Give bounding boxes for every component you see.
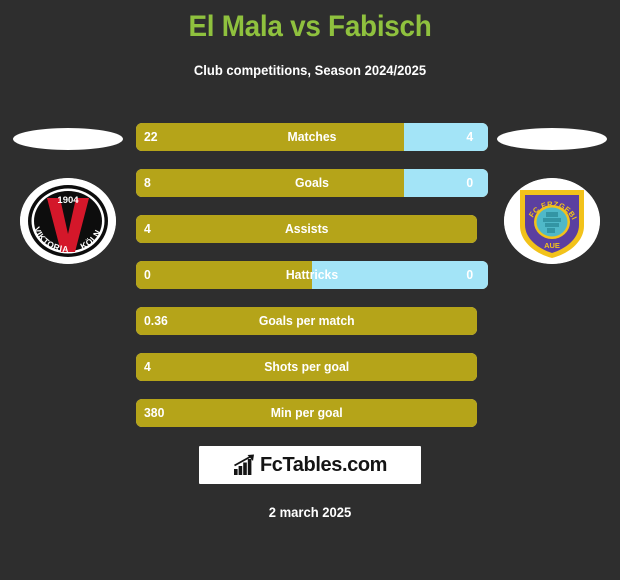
stat-bar-track [136, 215, 478, 243]
stat-bar-home-fill [136, 353, 478, 381]
stat-home-value: 380 [144, 405, 165, 420]
stat-bar-track [136, 307, 478, 335]
fc-erzgebirge-aue-crest-icon: FC ERZGEBIRGE AUE [504, 178, 600, 264]
home-logo-highlight-ellipse [13, 128, 123, 150]
stat-home-value: 0.36 [144, 313, 168, 328]
stat-row: 8 Goals 0 [136, 169, 488, 197]
stat-home-value: 4 [144, 221, 151, 236]
stat-bar-track [136, 261, 488, 289]
stat-row: 4 Shots per goal [136, 353, 488, 381]
stat-away-value: 4 [466, 129, 474, 144]
stat-away-value: 0 [466, 175, 474, 190]
stat-home-value: 0 [144, 267, 151, 282]
stat-bar-away-fill [403, 169, 488, 197]
fctables-wordmark: FcTables.com [259, 454, 388, 476]
bar-chart-growth-icon [233, 454, 254, 475]
stat-bar-home-fill [136, 399, 478, 427]
page-title: El Mala vs Fabisch [188, 10, 432, 43]
page-subtitle: Club competitions, Season 2024/2025 [193, 62, 427, 78]
fctables-brand-logo[interactable]: FcTables.com [199, 446, 421, 484]
home-team-logo-container: 1904 VIKTORIA KÖLN [0, 120, 136, 280]
stat-bar-home-fill [136, 169, 404, 197]
stat-home-value: 8 [144, 175, 151, 190]
svg-text:1904: 1904 [57, 195, 79, 206]
footer-date: 2 march 2025 [268, 504, 352, 520]
stat-row: 0.36 Goals per match [136, 307, 488, 335]
stat-bar-away-fill [403, 123, 488, 151]
stat-bar-home-fill [136, 307, 478, 335]
stat-away-value: 0 [466, 267, 474, 282]
stat-home-value: 4 [144, 359, 151, 374]
stat-bar-track [136, 353, 478, 381]
stat-bar-away-fill [312, 261, 488, 289]
svg-text:AUE: AUE [544, 241, 560, 250]
stat-bar-track [136, 169, 488, 197]
stat-bar-track [136, 399, 478, 427]
home-team-crest: 1904 VIKTORIA KÖLN [20, 178, 116, 264]
stat-row: 4 Assists [136, 215, 488, 243]
stat-bar-home-fill [136, 215, 478, 243]
viktoria-koln-crest-icon: 1904 VIKTORIA KÖLN [20, 178, 116, 264]
footer: FcTables.com 2 march 2025 [0, 446, 620, 520]
away-team-crest: FC ERZGEBIRGE AUE [504, 178, 600, 264]
stat-home-value: 22 [144, 129, 158, 144]
away-team-logo-container: FC ERZGEBIRGE AUE [484, 120, 620, 280]
stats-comparison-list: 22 Matches 4 8 Goals 0 4 Assists 0 Hattricks 0 0.36… [136, 123, 488, 445]
stat-row: 22 Matches 4 [136, 123, 488, 151]
stat-bar-home-fill [136, 261, 312, 289]
away-logo-highlight-ellipse [497, 128, 607, 150]
stat-bar-home-fill [136, 123, 404, 151]
stat-row: 0 Hattricks 0 [136, 261, 488, 289]
stat-bar-track [136, 123, 488, 151]
stat-row: 380 Min per goal [136, 399, 488, 427]
header: El Mala vs Fabisch Club competitions, Se… [0, 0, 620, 79]
